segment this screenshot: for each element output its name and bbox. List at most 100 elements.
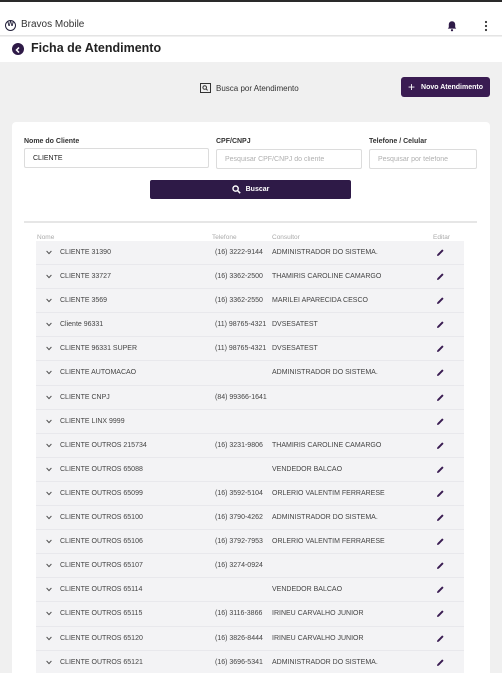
cliente-nome: CLIENTE OUTROS 65115: [60, 610, 143, 618]
chevron-down-icon[interactable]: [46, 346, 52, 351]
chevron-down-icon[interactable]: [46, 419, 52, 424]
chevron-down-icon[interactable]: [46, 274, 52, 279]
app-title: Bravos Mobile: [21, 19, 85, 30]
search-icon: [231, 185, 241, 194]
cpf-cnpj-input[interactable]: [216, 149, 362, 169]
novo-atendimento-button[interactable]: + Novo Atendimento: [401, 77, 490, 97]
cliente-consultor: ADMINISTRADOR DO SISTEMA.: [272, 514, 378, 522]
back-arrow-icon[interactable]: [12, 43, 24, 55]
column-header-editar: Editar: [433, 234, 450, 241]
column-header-telefone: Telefone: [212, 234, 237, 241]
busca-por-atendimento-link[interactable]: Busca por Atendimento: [200, 80, 299, 96]
table-row[interactable]: CLIENTE 96331 SUPER (11) 98765-4321 DVSESA…: [36, 337, 464, 362]
cliente-consultor: ADMINISTRADOR DO SISTEMA.: [272, 249, 378, 256]
table-row[interactable]: CLIENTE OUTROS 65121 (16) 3696-5341 ADMINI…: [36, 650, 464, 673]
cliente-telefone: (16) 3362-2550: [215, 297, 263, 305]
results-table: CLIENTE 31390 (16) 3222-9144 ADMINISTRADOR…: [36, 241, 464, 673]
table-row[interactable]: Cliente 96331 (11) 98765-4321 DVSESATEST: [36, 313, 464, 338]
pencil-edit-icon[interactable]: [436, 368, 445, 377]
pencil-edit-icon[interactable]: [436, 417, 445, 426]
table-row[interactable]: CLIENTE OUTROS 65114 VENDEDOR BALCAO: [36, 578, 464, 603]
kebab-menu-icon[interactable]: [482, 20, 490, 32]
table-row[interactable]: CLIENTE OUTROS 65088 VENDEDOR BALCAO: [36, 457, 464, 482]
chevron-down-icon[interactable]: [46, 443, 52, 448]
pencil-edit-icon[interactable]: [436, 248, 445, 257]
chevron-down-icon[interactable]: [46, 370, 52, 375]
cliente-nome: CLIENTE CNPJ: [60, 393, 110, 401]
cliente-telefone: (84) 99366-1641: [215, 393, 267, 401]
cliente-nome: CLIENTE OUTROS 65088: [60, 465, 143, 473]
chevron-down-icon[interactable]: [46, 636, 52, 641]
pencil-edit-icon[interactable]: [436, 585, 445, 594]
chevron-down-icon[interactable]: [46, 467, 52, 472]
cliente-telefone: (11) 98765-4321: [215, 345, 267, 353]
chevron-down-icon[interactable]: [46, 611, 52, 616]
chevron-down-icon[interactable]: [46, 539, 52, 544]
divider: [24, 221, 477, 223]
cliente-consultor: ADMINISTRADOR DO SISTEMA.: [272, 369, 378, 377]
pencil-edit-icon[interactable]: [436, 465, 445, 474]
table-row[interactable]: CLIENTE 33727 (16) 3362-2500 THAMIRIS CARO…: [36, 265, 464, 290]
pencil-edit-icon[interactable]: [436, 393, 445, 402]
cliente-nome: Cliente 96331: [60, 321, 104, 329]
cliente-nome: CLIENTE OUTROS 215734: [60, 441, 147, 449]
pencil-edit-icon[interactable]: [436, 489, 445, 498]
buscar-button[interactable]: Buscar: [150, 180, 351, 199]
table-row[interactable]: CLIENTE 3569 (16) 3362-2550 MARILEI APAREC…: [36, 289, 464, 314]
nome-cliente-input[interactable]: [24, 148, 209, 168]
pencil-edit-icon[interactable]: [436, 344, 445, 353]
pencil-edit-icon[interactable]: [436, 320, 445, 329]
pencil-edit-icon[interactable]: [436, 296, 445, 305]
chevron-down-icon[interactable]: [46, 491, 52, 496]
cliente-consultor: MARILEI APARECIDA CESCO: [272, 297, 368, 305]
cliente-nome: CLIENTE AUTOMACAO: [60, 369, 137, 377]
chevron-down-icon[interactable]: [46, 563, 52, 568]
cliente-consultor: VENDEDOR BALCAO: [272, 586, 343, 594]
cliente-nome: CLIENTE OUTROS 65114: [60, 586, 143, 594]
chevron-down-icon[interactable]: [46, 660, 52, 665]
telefone-input[interactable]: [369, 149, 477, 169]
table-row[interactable]: CLIENTE AUTOMACAO ADMINISTRADOR DO SISTEM…: [36, 361, 464, 386]
chevron-down-icon[interactable]: [46, 395, 52, 400]
cliente-nome: CLIENTE OUTROS 65099: [60, 489, 143, 497]
pencil-edit-icon[interactable]: [436, 609, 445, 618]
table-row[interactable]: CLIENTE LINX 9999: [36, 409, 464, 434]
pencil-edit-icon[interactable]: [436, 272, 445, 281]
pencil-edit-icon[interactable]: [436, 441, 445, 450]
cliente-consultor: DVSESATEST: [272, 321, 318, 329]
cliente-telefone: (16) 3792-7953: [215, 538, 263, 546]
cliente-nome: CLIENTE 33727: [60, 273, 111, 281]
chevron-down-icon[interactable]: [46, 250, 52, 255]
cliente-nome: CLIENTE OUTROS 65121: [60, 658, 143, 666]
table-row[interactable]: CLIENTE OUTROS 65107 (16) 3274-0924: [36, 554, 464, 579]
cliente-consultor: ADMINISTRADOR DO SISTEMA.: [272, 658, 378, 666]
pencil-edit-icon[interactable]: [436, 658, 445, 667]
cliente-nome: CLIENTE OUTROS 65107: [60, 562, 143, 570]
chevron-down-icon[interactable]: [46, 587, 52, 592]
pencil-edit-icon[interactable]: [436, 513, 445, 522]
buscar-label: Buscar: [245, 186, 270, 193]
table-row[interactable]: CLIENTE CNPJ (84) 99366-1641: [36, 385, 464, 410]
table-row[interactable]: CLIENTE OUTROS 65106 (16) 3792-7953 ORLERI…: [36, 530, 464, 555]
cliente-consultor: THAMIRIS CAROLINE CAMARGO: [272, 273, 382, 281]
pencil-edit-icon[interactable]: [436, 537, 445, 546]
pencil-edit-icon[interactable]: [436, 634, 445, 643]
cliente-telefone: (16) 3826-8444: [215, 634, 263, 642]
chevron-down-icon[interactable]: [46, 515, 52, 520]
table-row[interactable]: CLIENTE OUTROS 65099 (16) 3592-5104 ORLERI…: [36, 481, 464, 507]
table-row[interactable]: CLIENTE OUTROS 215734 (16) 3231-9806 THAMI…: [36, 433, 464, 458]
cliente-consultor: THAMIRIS CAROLINE CAMARGO: [272, 441, 382, 449]
nome-cliente-label: Nome do Cliente: [24, 138, 80, 145]
cliente-nome: CLIENTE 96331 SUPER: [60, 345, 138, 353]
chevron-down-icon[interactable]: [46, 322, 52, 327]
table-row[interactable]: CLIENTE OUTROS 65120 (16) 3826-8444 IRINEU…: [36, 626, 464, 651]
busca-label: Busca por Atendimento: [216, 83, 299, 93]
bell-icon[interactable]: [446, 20, 458, 32]
chevron-down-icon[interactable]: [46, 298, 52, 303]
table-row[interactable]: CLIENTE OUTROS 65115 (16) 3116-3866 IRINEU…: [36, 602, 464, 627]
pencil-edit-icon[interactable]: [436, 561, 445, 570]
table-row[interactable]: CLIENTE 31390 (16) 3222-9144 ADMINISTRADOR…: [36, 241, 464, 266]
plus-icon: +: [408, 80, 416, 94]
cliente-nome: CLIENTE OUTROS 65106: [60, 538, 143, 546]
table-row[interactable]: CLIENTE OUTROS 65100 (16) 3790-4262 ADMINI…: [36, 506, 464, 531]
